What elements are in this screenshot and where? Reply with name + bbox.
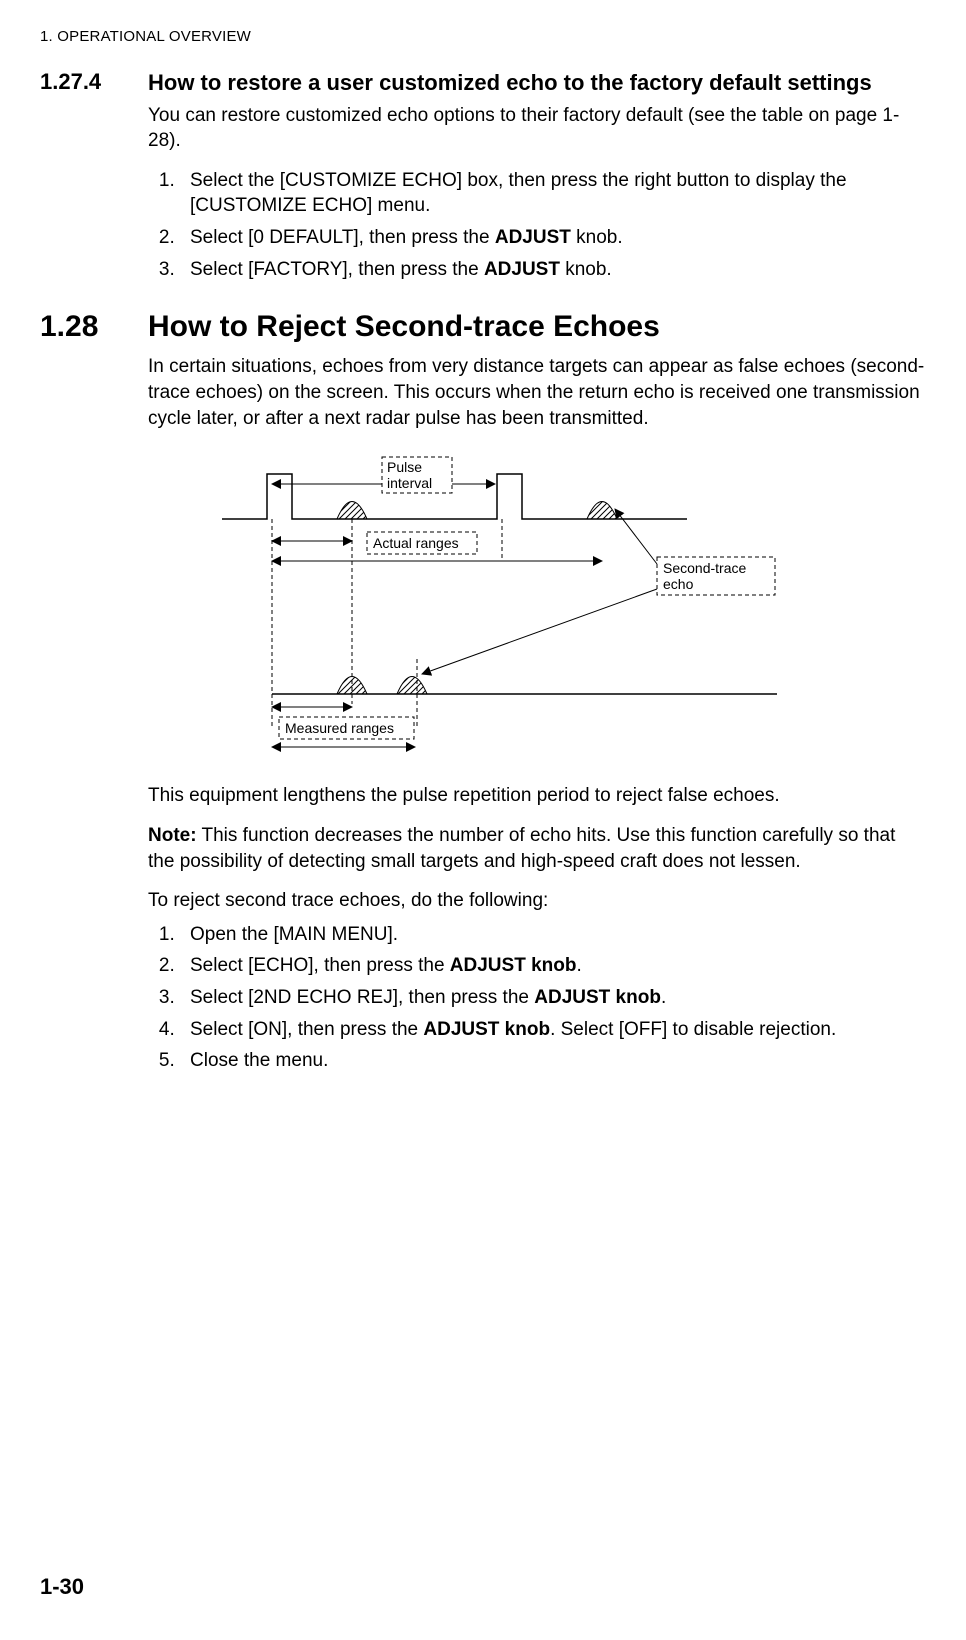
intro-paragraph: In certain situations, echoes from very … [148, 354, 926, 431]
step-bold: ADJUST knob [534, 987, 661, 1008]
subsection-heading: 1.27.4 How to restore a user customized … [40, 69, 926, 97]
step-text: Select [2ND ECHO REJ], then press the [190, 987, 534, 1008]
step-text: . [661, 987, 666, 1008]
list-item: Close the menu. [180, 1048, 926, 1074]
label-pulse-interval-1: Pulse [387, 459, 422, 475]
step-text: Close the menu. [190, 1050, 328, 1071]
section-title: How to Reject Second-trace Echoes [148, 310, 660, 344]
subsection-number: 1.27.4 [40, 69, 120, 97]
label-second-trace-1: Second-trace [663, 560, 746, 576]
steps-list-2: Open the [MAIN MENU]. Select [ECHO], the… [148, 922, 926, 1074]
step-text: Select [0 DEFAULT], then press the [190, 227, 495, 248]
step-bold: ADJUST [495, 227, 571, 248]
paragraph: This equipment lengthens the pulse repet… [148, 783, 926, 809]
note-body: This function decreases the number of ec… [148, 825, 895, 872]
list-item: Select [ECHO], then press the ADJUST kno… [180, 953, 926, 979]
label-pulse-interval-2: interval [387, 475, 432, 491]
step-bold: ADJUST [484, 259, 560, 280]
step-text: Select the [CUSTOMIZE ECHO] box, then pr… [190, 170, 847, 217]
step-text: . Select [OFF] to disable rejection. [550, 1019, 836, 1040]
list-item: Select [0 DEFAULT], then press the ADJUS… [180, 225, 926, 251]
list-item: Select the [CUSTOMIZE ECHO] box, then pr… [180, 168, 926, 219]
figure-second-trace-echo: Pulse interval Actual ranges Second-trac… [148, 449, 926, 769]
lead-paragraph: To reject second trace echoes, do the fo… [148, 888, 926, 914]
step-bold: ADJUST knob [423, 1019, 550, 1040]
step-text: Select [ECHO], then press the [190, 955, 450, 976]
list-item: Select [2ND ECHO REJ], then press the AD… [180, 985, 926, 1011]
note-paragraph: Note: This function decreases the number… [148, 823, 926, 874]
intro-paragraph: You can restore customized echo options … [148, 103, 926, 154]
step-text: . [576, 955, 581, 976]
running-header: 1. OPERATIONAL OVERVIEW [40, 28, 926, 45]
list-item: Select [FACTORY], then press the ADJUST … [180, 257, 926, 283]
steps-list-1: Select the [CUSTOMIZE ECHO] box, then pr… [148, 168, 926, 283]
section-heading: 1.28 How to Reject Second-trace Echoes [40, 310, 926, 344]
label-second-trace-2: echo [663, 576, 694, 592]
label-actual-ranges: Actual ranges [373, 535, 459, 551]
page-number: 1-30 [40, 1574, 84, 1600]
list-item: Select [ON], then press the ADJUST knob.… [180, 1017, 926, 1043]
diagram-svg: Pulse interval Actual ranges Second-trac… [217, 449, 857, 769]
step-bold: ADJUST knob [450, 955, 577, 976]
list-item: Open the [MAIN MENU]. [180, 922, 926, 948]
section-number: 1.28 [40, 310, 118, 344]
step-text: Open the [MAIN MENU]. [190, 924, 398, 945]
label-measured-ranges: Measured ranges [285, 720, 394, 736]
step-text: knob. [571, 227, 623, 248]
step-text: knob. [560, 259, 612, 280]
subsection-title: How to restore a user customized echo to… [148, 69, 872, 97]
note-label: Note: [148, 825, 197, 846]
step-text: Select [FACTORY], then press the [190, 259, 484, 280]
step-text: Select [ON], then press the [190, 1019, 423, 1040]
